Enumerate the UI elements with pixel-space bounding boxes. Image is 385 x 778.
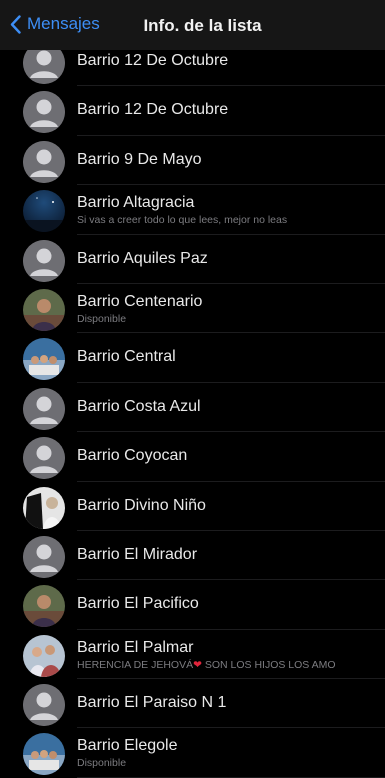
heart-icon: ❤: [193, 658, 202, 671]
contact-texts: Barrio Costa Azul: [77, 383, 379, 432]
contact-row[interactable]: Barrio El Mirador: [0, 531, 385, 581]
contact-row[interactable]: Barrio Divino Niño: [0, 482, 385, 531]
contact-status: Si vas a creer todo lo que lees, mejor n…: [77, 214, 287, 226]
contact-name: Barrio Centenario: [77, 292, 203, 310]
contact-name: Barrio El Paraiso N 1: [77, 694, 227, 712]
contact-texts: Barrio 12 De Octubre: [77, 86, 379, 135]
contact-status: Disponible: [77, 757, 126, 769]
contact-name: Barrio El Palmar: [77, 638, 194, 656]
contact-name: Barrio 12 De Octubre: [77, 52, 229, 69]
contact-status-text: Si vas a creer todo lo que lees, mejor n…: [77, 214, 288, 227]
default-avatar-icon: [23, 387, 65, 430]
contact-list: Barrio 12 De Octubre Barrio 12 De Octubre…: [0, 37, 385, 778]
contact-name: Barrio 12 De Octubre: [77, 101, 229, 119]
contact-name: Barrio El Mirador: [77, 545, 198, 563]
contact-name: Barrio 9 De Mayo: [77, 150, 202, 168]
contact-texts: Barrio Altagracia Si vas a creer todo lo …: [77, 185, 379, 234]
default-avatar-icon: [23, 535, 65, 578]
contact-row[interactable]: Barrio El Palmar HERENCIA DE JEHOVÁ❤ SON …: [0, 630, 385, 680]
contact-row[interactable]: Barrio Central: [0, 333, 385, 383]
contact-texts: Barrio El Mirador: [77, 531, 379, 580]
contact-name: Barrio Altagracia: [77, 194, 195, 212]
default-avatar-icon: [23, 684, 65, 727]
contact-status: HERENCIA DE JEHOVÁ❤ SON LOS HIJOS LOS AM…: [77, 659, 336, 671]
contact-texts: Barrio El Pacifico: [77, 580, 379, 629]
contact-texts: Barrio Aquiles Paz: [77, 235, 379, 284]
default-avatar-icon: [23, 91, 65, 134]
contact-row[interactable]: Barrio 12 De Octubre: [0, 86, 385, 136]
contact-texts: Barrio Divino Niño: [77, 482, 379, 531]
contact-row[interactable]: Barrio Costa Azul: [0, 383, 385, 433]
contact-texts: Barrio El Paraiso N 1: [77, 679, 379, 728]
contact-texts: Barrio Elegole Disponible: [77, 728, 379, 777]
contact-status-suffix: SON LOS HIJOS LOS AMO: [201, 658, 336, 671]
contact-row[interactable]: Barrio Centenario Disponible: [0, 284, 385, 334]
contact-status-text: Disponible: [77, 757, 127, 770]
contact-texts: Barrio El Palmar HERENCIA DE JEHOVÁ❤ SON …: [77, 630, 379, 679]
contact-name: Barrio Aquiles Paz: [77, 249, 208, 267]
contact-avatar: [23, 733, 65, 776]
contact-avatar: [23, 486, 65, 529]
contact-row[interactable]: Barrio Altagracia Si vas a creer todo lo …: [0, 185, 385, 235]
contact-avatar: [23, 634, 65, 677]
contact-avatar: [23, 190, 65, 233]
contact-avatar: [23, 288, 65, 331]
contact-row[interactable]: Barrio 9 De Mayo: [0, 136, 385, 186]
default-avatar-icon: [23, 239, 65, 282]
contact-status-text: HERENCIA DE JEHOVÁ: [77, 658, 194, 671]
navigation-bar: Mensajes Info. de la lista: [0, 0, 385, 50]
default-avatar-icon: [23, 140, 65, 183]
contact-name: Barrio Costa Azul: [77, 397, 201, 415]
contact-row[interactable]: Barrio Aquiles Paz: [0, 235, 385, 284]
contact-name: Barrio Central: [77, 348, 176, 366]
contact-row[interactable]: Barrio Elegole Disponible: [0, 728, 385, 778]
contact-row[interactable]: Barrio El Pacifico: [0, 580, 385, 630]
contact-avatar: [23, 338, 65, 381]
contact-row[interactable]: Barrio El Paraiso N 1: [0, 679, 385, 729]
page-title: Info. de la lista: [143, 16, 262, 35]
default-avatar-icon: [23, 437, 65, 480]
contact-status: Disponible: [77, 313, 126, 325]
contact-status-text: Disponible: [77, 312, 127, 325]
contact-row[interactable]: Barrio Coyocan: [0, 432, 385, 482]
contact-name: Barrio Divino Niño: [77, 496, 206, 514]
contact-texts: Barrio Central: [77, 333, 379, 382]
contact-name: Barrio Coyocan: [77, 447, 188, 465]
contact-texts: Barrio Centenario Disponible: [77, 284, 379, 333]
contact-name: Barrio El Pacifico: [77, 595, 199, 613]
contact-name: Barrio Elegole: [77, 737, 178, 755]
contact-texts: Barrio 9 De Mayo: [77, 136, 379, 185]
contact-avatar: [23, 585, 65, 628]
contact-texts: Barrio Coyocan: [77, 432, 379, 481]
